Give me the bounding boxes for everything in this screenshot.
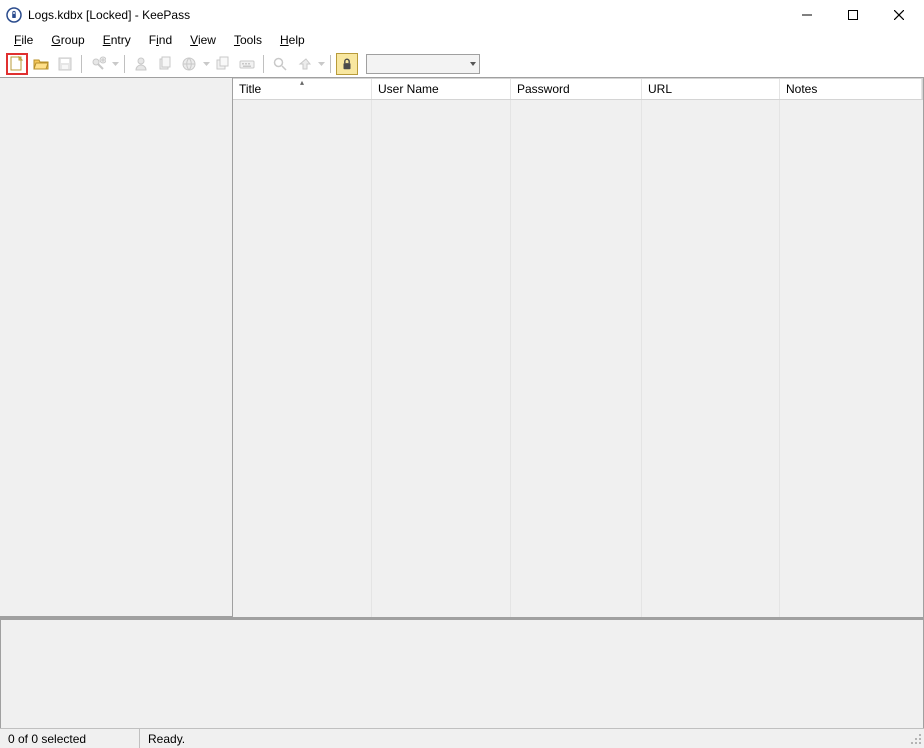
- find-button[interactable]: [269, 53, 291, 75]
- new-database-button[interactable]: [6, 53, 28, 75]
- open-url-button[interactable]: [178, 53, 200, 75]
- app-icon: [6, 7, 22, 23]
- column-header-password-label: Password: [517, 82, 570, 96]
- auto-type-button[interactable]: [236, 53, 258, 75]
- group-tree-panel[interactable]: [0, 78, 233, 617]
- resize-grip[interactable]: [908, 731, 924, 747]
- status-selection: 0 of 0 selected: [0, 729, 140, 748]
- column-header-password[interactable]: Password: [511, 79, 642, 99]
- quick-search-input[interactable]: [367, 55, 479, 73]
- menu-view[interactable]: View: [182, 32, 224, 48]
- maximize-button[interactable]: [830, 0, 876, 30]
- status-state: Ready.: [140, 729, 193, 748]
- menu-find[interactable]: Find: [141, 32, 180, 48]
- show-entries-dropdown[interactable]: [317, 53, 325, 75]
- entry-list-body[interactable]: [233, 100, 923, 617]
- entry-list-header: Title ▴ User Name Password URL Notes: [233, 78, 923, 100]
- menu-bar: File Group Entry Find View Tools Help: [0, 30, 924, 50]
- add-entry-button[interactable]: [87, 53, 109, 75]
- column-header-title-label: Title: [239, 82, 261, 96]
- close-button[interactable]: [876, 0, 922, 30]
- column-header-title[interactable]: Title ▴: [233, 79, 372, 99]
- open-database-button[interactable]: [30, 53, 52, 75]
- column-header-username[interactable]: User Name: [372, 79, 511, 99]
- column-header-notes-label: Notes: [786, 82, 817, 96]
- copy-url-button[interactable]: [212, 53, 234, 75]
- open-url-dropdown[interactable]: [202, 53, 210, 75]
- show-entries-button[interactable]: [293, 53, 315, 75]
- lock-workspace-button[interactable]: [336, 53, 358, 75]
- save-database-button[interactable]: [54, 53, 76, 75]
- window-title: Logs.kdbx [Locked] - KeePass: [28, 8, 190, 22]
- copy-username-button[interactable]: [130, 53, 152, 75]
- column-header-url-label: URL: [648, 82, 672, 96]
- column-header-username-label: User Name: [378, 82, 439, 96]
- copy-password-button[interactable]: [154, 53, 176, 75]
- main-area: Title ▴ User Name Password URL Notes: [0, 78, 924, 728]
- entry-detail-panel[interactable]: [0, 618, 924, 728]
- column-header-url[interactable]: URL: [642, 79, 780, 99]
- menu-tools[interactable]: Tools: [226, 32, 270, 48]
- toolbar-separator: [330, 55, 331, 73]
- menu-entry[interactable]: Entry: [95, 32, 139, 48]
- menu-help[interactable]: Help: [272, 32, 313, 48]
- quick-search-box[interactable]: [366, 54, 480, 74]
- minimize-button[interactable]: [784, 0, 830, 30]
- toolbar: [0, 50, 924, 78]
- column-header-notes[interactable]: Notes: [780, 79, 922, 99]
- toolbar-separator: [263, 55, 264, 73]
- title-bar: Logs.kdbx [Locked] - KeePass: [0, 0, 924, 30]
- status-bar: 0 of 0 selected Ready.: [0, 728, 924, 748]
- toolbar-separator: [124, 55, 125, 73]
- menu-group[interactable]: Group: [43, 32, 92, 48]
- toolbar-separator: [81, 55, 82, 73]
- add-entry-dropdown[interactable]: [111, 53, 119, 75]
- sort-asc-icon: ▴: [300, 78, 304, 87]
- quick-search-dropdown[interactable]: [469, 58, 477, 73]
- entry-list-panel: Title ▴ User Name Password URL Notes: [233, 78, 924, 617]
- menu-file[interactable]: File: [6, 32, 41, 48]
